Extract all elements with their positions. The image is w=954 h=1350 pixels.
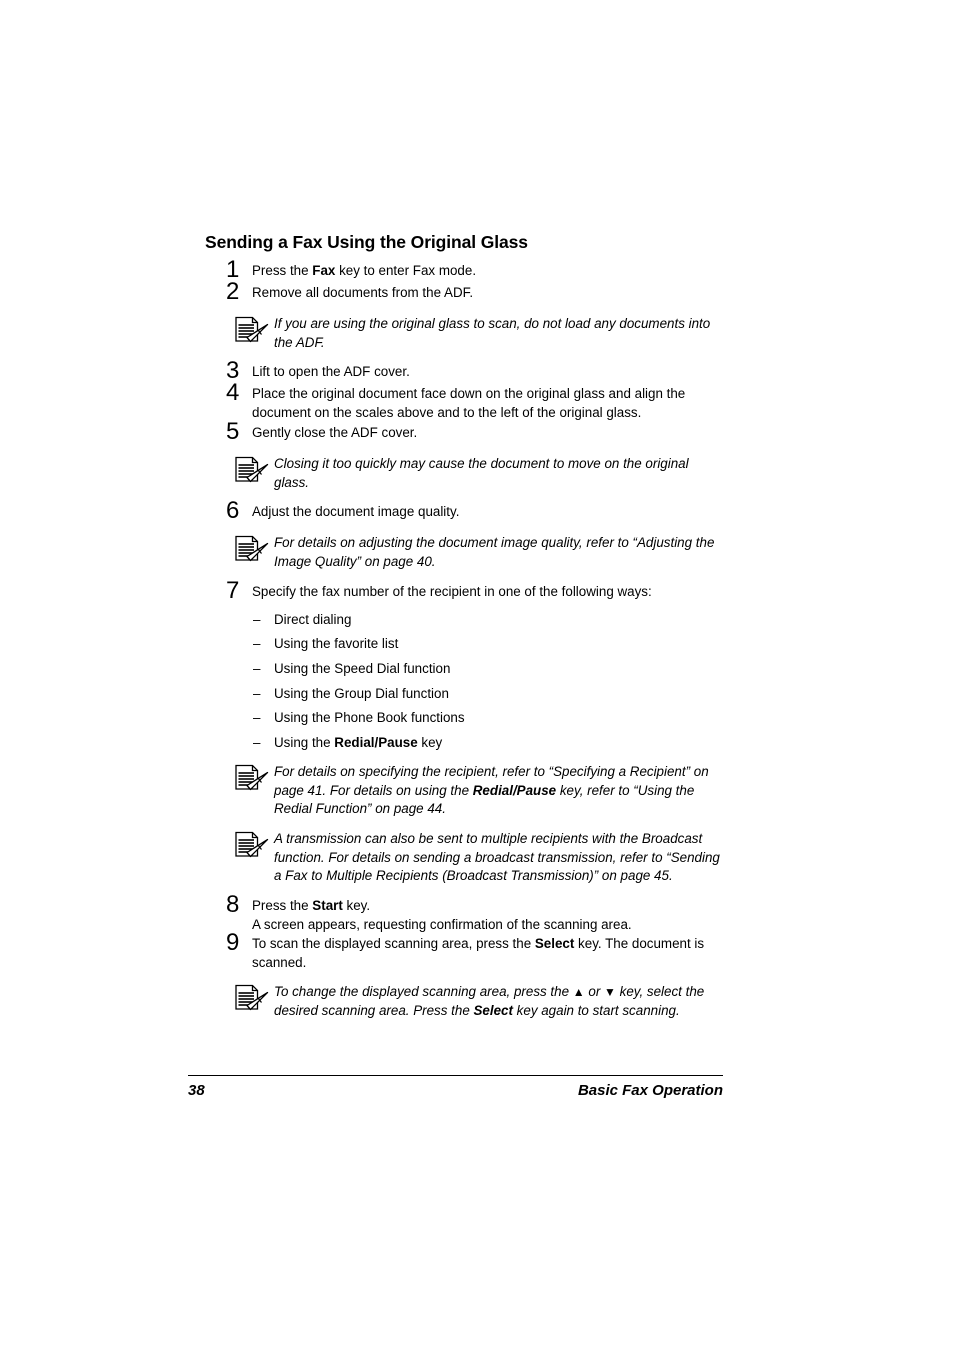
list-item-label: Direct dialing [274,611,352,627]
dash-bullet: – [253,661,261,677]
dash-bullet: – [253,710,261,726]
step-number: 6 [226,497,240,525]
note-pencil-icon [234,316,270,343]
note-pencil-icon [234,984,270,1011]
note-pencil-icon [234,764,270,791]
list-item-label-bold: Redial/Pause [334,735,418,751]
step-subtext: A screen appears, requesting confirmatio… [252,916,632,932]
document-page: Sending a Fax Using the Original Glass 1… [0,0,954,1350]
list-item: – Direct dialing [205,611,725,630]
dial-methods-list: – Direct dialing – Using the favorite li… [205,611,725,753]
triangle-down-icon: ▼ [604,984,616,999]
note-text: For details on adjusting the document im… [274,535,715,569]
list-item-label: Using the Phone Book functions [274,710,465,726]
page-content: Sending a Fax Using the Original Glass 1… [205,232,725,1031]
note-pencil-icon [234,535,270,562]
note-pencil-icon [234,831,270,858]
note-text-bold: Select [473,1002,513,1018]
list-item: – Using the Speed Dial function [205,660,725,679]
list-item: – Using the Redial/Pause key [205,734,725,753]
step-text: Press the Start key. [252,897,725,916]
step-item-6: 6 Adjust the document image quality. [205,497,725,524]
list-item-label-after: key [417,735,443,751]
dash-bullet: – [253,735,261,751]
step-text-bold: Start [312,898,343,914]
list-item: – Using the favorite list [205,635,725,654]
dash-bullet: – [253,636,261,652]
step-text: To scan the displayed scanning area, pre… [252,935,725,972]
step-number: 9 [226,929,240,957]
list-item-label: Using the Group Dial function [274,685,449,701]
note-text-part: To change the displayed scanning area, p… [274,983,573,999]
step-text-bold: Fax [312,263,336,278]
triangle-up-icon: ▲ [572,984,585,999]
page-footer: 38 Basic Fax Operation [188,1075,723,1099]
list-item-label: Using the Speed Dial function [274,661,451,677]
footer-chapter-title: Basic Fax Operation [577,1082,723,1099]
step-text: Specify the fax number of the recipient … [252,583,652,599]
step-item-2: 2 Remove all documents from the ADF. [205,278,725,305]
step-item-9: 9 To scan the displayed scanning area, p… [205,930,725,972]
note-pencil-icon [234,456,270,483]
step-item-1: 1 Press the Fax key to enter Fax mode. [205,256,725,283]
step-item-7: 7 Specify the fax number of the recipien… [205,577,725,604]
step-item-5: 5 Gently close the ADF cover. [205,418,725,445]
note-text: For details on specifying the recipient,… [274,763,725,819]
footer-page-number: 38 [188,1082,205,1099]
step-text-before: To scan the displayed scanning area, pre… [252,936,535,952]
step-text: Remove all documents from the ADF. [252,285,474,300]
step-item-3: 3 Lift to open the ADF cover. [205,358,725,385]
footer-row: 38 Basic Fax Operation [188,1076,723,1099]
step-number: 4 [226,379,240,407]
list-item-label: Using the [274,735,335,751]
note-text-part: or [584,983,605,999]
note-block-1: If you are using the original glass to s… [205,315,725,352]
step-number: 5 [226,417,240,445]
step-text-before: Press the [252,898,313,914]
note-block-4: For details on specifying the recipient,… [205,763,725,819]
step-number: 7 [226,576,240,604]
page-title: Sending a Fax Using the Original Glass [205,232,528,252]
list-item: – Using the Phone Book functions [205,709,725,728]
note-text-part: key again to start scanning. [512,1002,680,1018]
note-block-2: Closing it too quickly may cause the doc… [205,455,725,492]
step-number: 8 [226,891,240,919]
list-item-label: Using the favorite list [274,636,399,652]
step-item-8: 8 Press the Start key. A screen appears,… [205,891,725,934]
dash-bullet: – [253,685,261,701]
note-text: If you are using the original glass to s… [274,316,711,350]
step-item-4: 4 Place the original document face down … [205,380,725,422]
list-item: – Using the Group Dial function [205,685,725,704]
note-text: A transmission can also be sent to multi… [274,830,720,884]
step-text: Adjust the document image quality. [252,504,460,520]
note-block-3: For details on adjusting the document im… [205,534,725,571]
note-block-5: A transmission can also be sent to multi… [205,830,725,886]
note-text: To change the displayed scanning area, p… [274,983,725,1020]
note-block-6: To change the displayed scanning area, p… [205,983,725,1020]
step-number: 2 [226,278,240,305]
step-text: Gently close the ADF cover. [252,424,418,440]
step-text-after: key to enter Fax mode. [335,263,477,278]
note-text: Closing it too quickly may cause the doc… [274,455,689,490]
step-text-before: Press the [252,263,313,278]
step-text-after: key. [342,898,371,914]
step-text: Lift to open the ADF cover. [252,364,410,380]
step-text-bold: Select [534,936,575,952]
step-text: Press the Fax key to enter Fax mode. [252,262,725,281]
note-text-bold: Redial/Pause [472,782,557,798]
dash-bullet: – [253,611,261,627]
step-text: Place the original document face down on… [252,386,686,421]
